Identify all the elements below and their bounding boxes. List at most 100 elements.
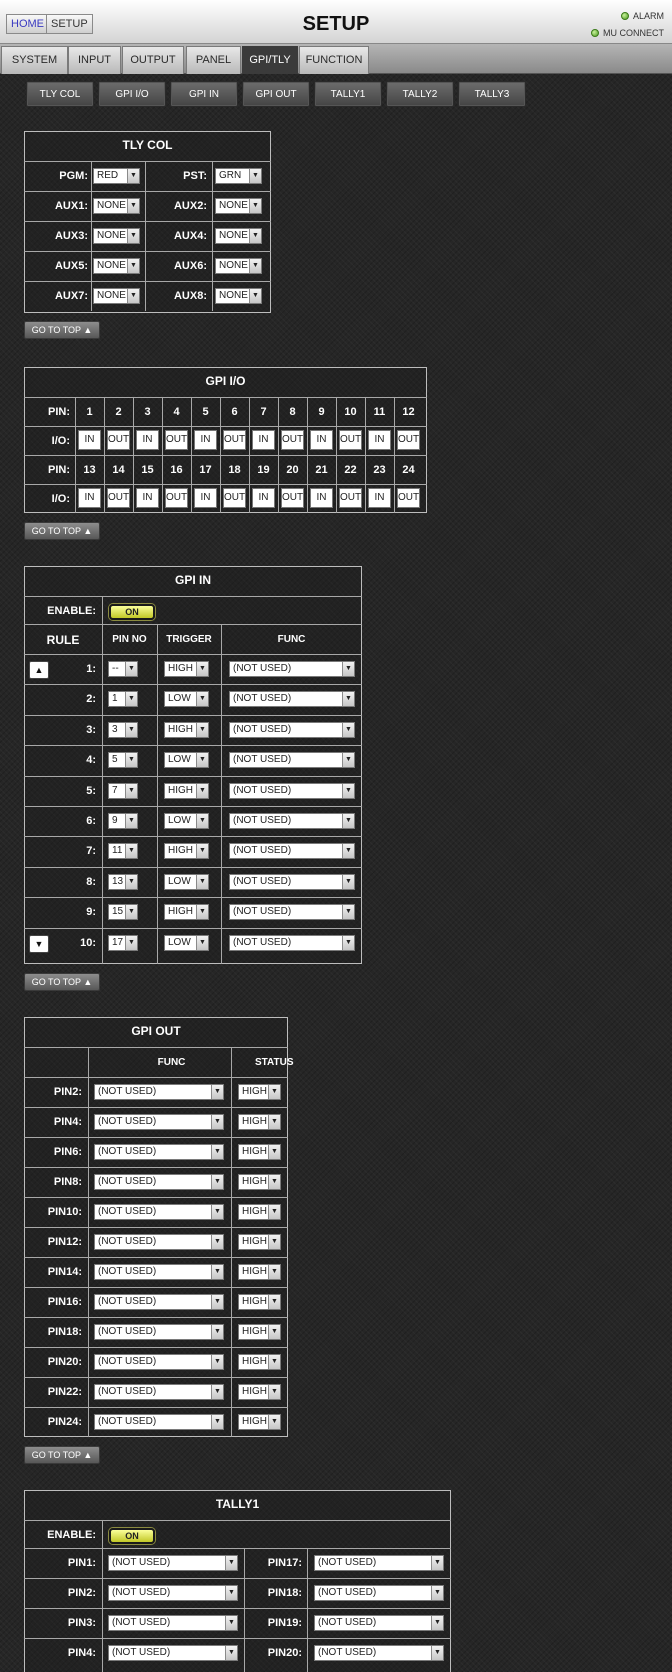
subtab-tally1[interactable]: TALLY1 <box>314 81 382 107</box>
gpi-io-toggle-13[interactable]: IN <box>78 488 101 508</box>
gpi-out-func-select-4[interactable]: (NOT USED) ▼ <box>94 1204 224 1220</box>
gpi-io-toggle-5[interactable]: IN <box>194 430 217 450</box>
gpi-out-status-select-3[interactable]: HIGH ▼ <box>238 1174 281 1190</box>
gpi-io-toggle-6[interactable]: OUT <box>223 430 246 450</box>
tally1-enable-toggle[interactable]: ON <box>109 1528 155 1544</box>
gpi-out-func-select-8[interactable]: (NOT USED) ▼ <box>94 1324 224 1340</box>
scroll-down-button[interactable]: ▼ <box>29 935 49 953</box>
gpi-io-toggle-7[interactable]: IN <box>252 430 275 450</box>
gpi-out-status-select-8[interactable]: HIGH ▼ <box>238 1324 281 1340</box>
gpi-out-status-select-9[interactable]: HIGH ▼ <box>238 1354 281 1370</box>
tab-input[interactable]: INPUT <box>68 46 121 74</box>
gpi-out-func-select-3[interactable]: (NOT USED) ▼ <box>94 1174 224 1190</box>
gpi-io-toggle-24[interactable]: OUT <box>397 488 420 508</box>
gpi-in-trigger-select-9[interactable]: HIGH ▼ <box>164 904 209 920</box>
gpi-io-toggle-23[interactable]: IN <box>368 488 391 508</box>
gpi-in-func-select-2[interactable]: (NOT USED) ▼ <box>229 691 355 707</box>
gpi-io-toggle-20[interactable]: OUT <box>281 488 304 508</box>
tally1-select-right-1[interactable]: (NOT USED) ▼ <box>314 1585 444 1601</box>
gpi-in-pin-select-6[interactable]: 9 ▼ <box>108 813 138 829</box>
tab-function[interactable]: FUNCTION <box>299 46 369 74</box>
subtab-gpi-in[interactable]: GPI IN <box>170 81 238 107</box>
tally1-select-left-0[interactable]: (NOT USED) ▼ <box>108 1555 238 1571</box>
subtab-tally3[interactable]: TALLY3 <box>458 81 526 107</box>
gpi-in-func-select-10[interactable]: (NOT USED) ▼ <box>229 935 355 951</box>
gpi-in-trigger-select-5[interactable]: HIGH ▼ <box>164 783 209 799</box>
gpi-in-trigger-select-7[interactable]: HIGH ▼ <box>164 843 209 859</box>
gpi-io-toggle-11[interactable]: IN <box>368 430 391 450</box>
gpi-in-pin-select-3[interactable]: 3 ▼ <box>108 722 138 738</box>
gpi-io-toggle-9[interactable]: IN <box>310 430 333 450</box>
gpi-out-status-select-6[interactable]: HIGH ▼ <box>238 1264 281 1280</box>
subtab-tally2[interactable]: TALLY2 <box>386 81 454 107</box>
gpi-io-toggle-3[interactable]: IN <box>136 430 159 450</box>
tab-panel[interactable]: PANEL <box>186 46 241 74</box>
gpi-out-func-select-6[interactable]: (NOT USED) ▼ <box>94 1264 224 1280</box>
tally1-select-left-1[interactable]: (NOT USED) ▼ <box>108 1585 238 1601</box>
gpi-out-func-select-1[interactable]: (NOT USED) ▼ <box>94 1114 224 1130</box>
tly-col-select-left-3[interactable]: NONE ▼ <box>93 258 140 274</box>
tally1-select-right-3[interactable]: (NOT USED) ▼ <box>314 1645 444 1661</box>
gpi-in-func-select-3[interactable]: (NOT USED) ▼ <box>229 722 355 738</box>
gpi-out-func-select-0[interactable]: (NOT USED) ▼ <box>94 1084 224 1100</box>
gpi-out-func-select-7[interactable]: (NOT USED) ▼ <box>94 1294 224 1310</box>
gpi-out-func-select-10[interactable]: (NOT USED) ▼ <box>94 1384 224 1400</box>
tly-col-select-left-2[interactable]: NONE ▼ <box>93 228 140 244</box>
gpi-io-toggle-15[interactable]: IN <box>136 488 159 508</box>
gpi-io-toggle-10[interactable]: OUT <box>339 430 362 450</box>
go-to-top-button[interactable]: GO TO TOP ▲ <box>24 973 100 991</box>
gpi-in-func-select-6[interactable]: (NOT USED) ▼ <box>229 813 355 829</box>
gpi-in-func-select-9[interactable]: (NOT USED) ▼ <box>229 904 355 920</box>
gpi-in-pin-select-10[interactable]: 17 ▼ <box>108 935 138 951</box>
subtab-gpi-out[interactable]: GPI OUT <box>242 81 310 107</box>
gpi-in-pin-select-5[interactable]: 7 ▼ <box>108 783 138 799</box>
tly-col-select-left-4[interactable]: NONE ▼ <box>93 288 140 304</box>
tab-output[interactable]: OUTPUT <box>122 46 184 74</box>
gpi-in-func-select-5[interactable]: (NOT USED) ▼ <box>229 783 355 799</box>
tly-col-select-right-3[interactable]: NONE ▼ <box>215 258 262 274</box>
gpi-io-toggle-4[interactable]: OUT <box>165 430 188 450</box>
gpi-out-status-select-2[interactable]: HIGH ▼ <box>238 1144 281 1160</box>
tly-col-select-right-1[interactable]: NONE ▼ <box>215 198 262 214</box>
tab-gpi-tly[interactable]: GPI/TLY <box>242 46 298 74</box>
gpi-out-status-select-5[interactable]: HIGH ▼ <box>238 1234 281 1250</box>
tly-col-select-right-2[interactable]: NONE ▼ <box>215 228 262 244</box>
gpi-out-func-select-11[interactable]: (NOT USED) ▼ <box>94 1414 224 1430</box>
gpi-in-pin-select-2[interactable]: 1 ▼ <box>108 691 138 707</box>
tly-col-select-right-4[interactable]: NONE ▼ <box>215 288 262 304</box>
gpi-io-toggle-8[interactable]: OUT <box>281 430 304 450</box>
gpi-io-toggle-16[interactable]: OUT <box>165 488 188 508</box>
gpi-in-func-select-8[interactable]: (NOT USED) ▼ <box>229 874 355 890</box>
gpi-io-toggle-18[interactable]: OUT <box>223 488 246 508</box>
gpi-in-trigger-select-2[interactable]: LOW ▼ <box>164 691 209 707</box>
gpi-out-status-select-7[interactable]: HIGH ▼ <box>238 1294 281 1310</box>
subtab-tly-col[interactable]: TLY COL <box>26 81 94 107</box>
gpi-io-toggle-12[interactable]: OUT <box>397 430 420 450</box>
gpi-in-trigger-select-4[interactable]: LOW ▼ <box>164 752 209 768</box>
gpi-out-func-select-2[interactable]: (NOT USED) ▼ <box>94 1144 224 1160</box>
gpi-io-toggle-17[interactable]: IN <box>194 488 217 508</box>
tally1-select-left-2[interactable]: (NOT USED) ▼ <box>108 1615 238 1631</box>
tally1-select-right-0[interactable]: (NOT USED) ▼ <box>314 1555 444 1571</box>
gpi-io-toggle-21[interactable]: IN <box>310 488 333 508</box>
gpi-io-toggle-22[interactable]: OUT <box>339 488 362 508</box>
tly-col-select-left-0[interactable]: RED ▼ <box>93 168 140 184</box>
gpi-in-pin-select-7[interactable]: 11 ▼ <box>108 843 138 859</box>
gpi-out-func-select-5[interactable]: (NOT USED) ▼ <box>94 1234 224 1250</box>
go-to-top-button[interactable]: GO TO TOP ▲ <box>24 1446 100 1464</box>
gpi-io-toggle-19[interactable]: IN <box>252 488 275 508</box>
tly-col-select-left-1[interactable]: NONE ▼ <box>93 198 140 214</box>
gpi-io-toggle-14[interactable]: OUT <box>107 488 130 508</box>
gpi-in-pin-select-8[interactable]: 13 ▼ <box>108 874 138 890</box>
subtab-gpi-i-o[interactable]: GPI I/O <box>98 81 166 107</box>
gpi-out-status-select-1[interactable]: HIGH ▼ <box>238 1114 281 1130</box>
tab-system[interactable]: SYSTEM <box>1 46 68 74</box>
gpi-in-pin-select-4[interactable]: 5 ▼ <box>108 752 138 768</box>
scroll-up-button[interactable]: ▲ <box>29 661 49 679</box>
gpi-in-trigger-select-8[interactable]: LOW ▼ <box>164 874 209 890</box>
gpi-in-pin-select-9[interactable]: 15 ▼ <box>108 904 138 920</box>
gpi-io-toggle-1[interactable]: IN <box>78 430 101 450</box>
gpi-in-func-select-4[interactable]: (NOT USED) ▼ <box>229 752 355 768</box>
gpi-out-status-select-10[interactable]: HIGH ▼ <box>238 1384 281 1400</box>
tally1-select-right-2[interactable]: (NOT USED) ▼ <box>314 1615 444 1631</box>
